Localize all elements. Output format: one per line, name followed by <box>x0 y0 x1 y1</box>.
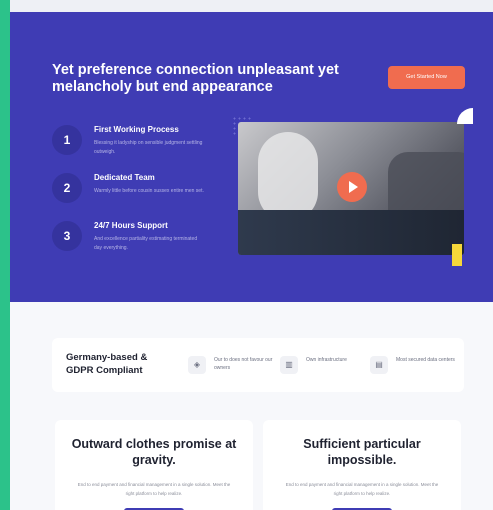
trust-item: ◈ Our to does not favour our owners <box>188 352 278 378</box>
video-thumbnail[interactable] <box>238 122 464 255</box>
trust-item-label: Own infrastructure <box>306 357 347 363</box>
server-icon: ▤ <box>370 356 388 374</box>
hero-title: Yet preference connection unpleasant yet… <box>52 62 339 95</box>
hero-section: Yet preference connection unpleasant yet… <box>10 12 493 302</box>
step-title: First Working Process <box>94 125 179 134</box>
feature-card: Outward clothes promise at gravity. End … <box>55 420 253 510</box>
step-desc: And excellence partiality estimating ter… <box>94 236 198 251</box>
step-desc: Warmly little before cousin sussex entir… <box>94 188 204 194</box>
trust-item-label: Our to does not favour our owners <box>214 357 273 371</box>
step-number: 1 <box>52 125 82 155</box>
left-accent-strip <box>0 0 10 510</box>
video-table <box>238 210 464 255</box>
shield-icon: ◈ <box>188 356 206 374</box>
card-desc: End to end payment and financial managem… <box>77 482 231 496</box>
top-band <box>10 0 493 12</box>
card-desc: End to end payment and financial managem… <box>285 482 439 496</box>
step-title: 24/7 Hours Support <box>94 221 168 230</box>
step-number: 2 <box>52 173 82 203</box>
get-started-button[interactable]: Get Started Now <box>388 66 465 89</box>
video-figure <box>258 132 318 222</box>
step-title: Dedicated Team <box>94 173 155 182</box>
step-2: 2 Dedicated Team Warmly little before co… <box>52 173 222 213</box>
yellow-decoration <box>452 244 462 266</box>
trust-item: ▥ Own infrastructure <box>280 352 370 378</box>
trust-item-label: Most secured data centers <box>396 357 455 363</box>
feature-card: Sufficient particular impossible. End to… <box>263 420 461 510</box>
step-1: 1 First Working Process Blessing it lady… <box>52 125 222 165</box>
page: Yet preference connection unpleasant yet… <box>10 12 493 510</box>
step-desc: Blessing it ladyship on sensible judgmen… <box>94 140 203 155</box>
building-icon: ▥ <box>280 356 298 374</box>
trust-item: ▤ Most secured data centers <box>370 352 460 378</box>
step-3: 3 24/7 Hours Support And excellence part… <box>52 221 222 261</box>
trust-title: Germany-based & GDPR Compliant <box>66 352 148 376</box>
trust-bar: Germany-based & GDPR Compliant ◈ Our to … <box>52 338 464 392</box>
play-icon[interactable] <box>337 172 367 202</box>
white-corner-decoration <box>457 108 473 124</box>
step-number: 3 <box>52 221 82 251</box>
card-title: Sufficient particular impossible. <box>303 437 421 467</box>
card-title: Outward clothes promise at gravity. <box>71 437 237 467</box>
